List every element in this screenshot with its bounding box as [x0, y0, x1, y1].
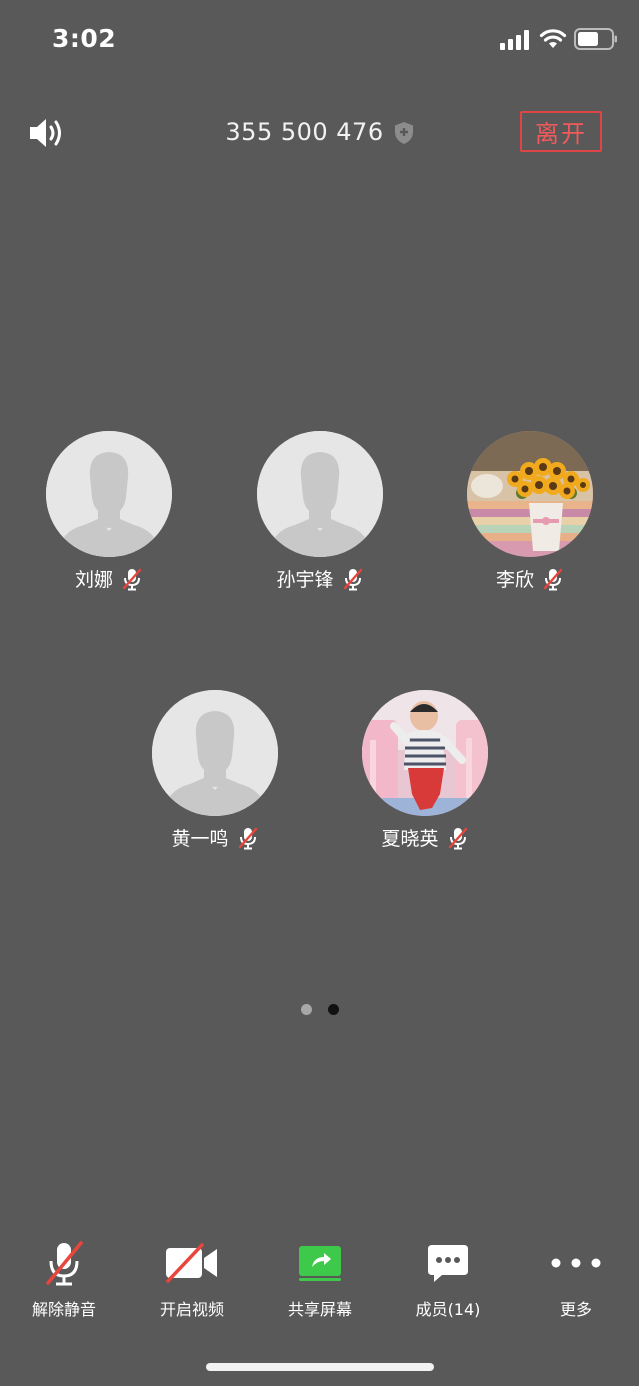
participant-name: 夏晓英	[381, 828, 439, 850]
leave-meeting-button[interactable]: 离开	[520, 111, 602, 152]
mic-muted-icon	[342, 567, 364, 591]
wifi-icon	[539, 29, 567, 48]
home-indicator[interactable]	[206, 1363, 434, 1371]
participant-name-row: 夏晓英	[355, 824, 495, 851]
participant-name: 刘娜	[74, 569, 113, 591]
security-shield-icon[interactable]	[394, 121, 414, 145]
default-avatar-icon	[46, 431, 172, 557]
page-indicator-dot-active[interactable]	[328, 1004, 339, 1015]
mic-muted-icon	[447, 826, 469, 850]
meeting-id[interactable]: 355 500 476	[225, 118, 383, 146]
start-video-label: 开启视频	[159, 1300, 224, 1319]
participant-name-row: 孙宇锋	[250, 565, 390, 592]
default-avatar-icon	[152, 690, 278, 816]
mic-muted-icon	[237, 826, 259, 850]
share-screen-button[interactable]: 共享屏幕	[256, 1238, 384, 1328]
chat-bubble-icon	[428, 1245, 468, 1282]
battery-icon	[574, 28, 617, 50]
page-indicator-dot[interactable]	[301, 1004, 312, 1015]
sunflower-photo-avatar	[467, 431, 593, 557]
mic-muted-icon	[121, 567, 143, 591]
members-label: 成员(14)	[415, 1300, 481, 1319]
share-screen-icon	[299, 1246, 341, 1281]
participant-name-row: 黄一鸣	[145, 824, 285, 851]
members-button[interactable]: 成员(14)	[384, 1238, 512, 1328]
unmute-button[interactable]: 解除静音	[0, 1238, 128, 1328]
more-label: 更多	[559, 1300, 592, 1319]
participant-name: 孙宇锋	[276, 569, 334, 591]
cellular-signal-icon	[500, 30, 529, 50]
baby-photo-avatar	[362, 690, 488, 816]
video-off-icon	[166, 1243, 217, 1283]
share-screen-label: 共享屏幕	[287, 1300, 352, 1319]
more-button[interactable]: 更多	[512, 1238, 639, 1328]
mic-muted-icon	[542, 567, 564, 591]
status-time: 3:02	[52, 24, 117, 53]
start-video-button[interactable]: 开启视频	[128, 1238, 256, 1328]
unmute-label: 解除静音	[31, 1300, 96, 1319]
more-dots-icon	[551, 1258, 601, 1268]
participant-name: 李欣	[495, 569, 534, 591]
participant-name-row: 李欣	[460, 565, 600, 592]
mic-muted-icon	[46, 1241, 83, 1286]
default-avatar-icon	[257, 431, 383, 557]
participant-name-row: 刘娜	[39, 565, 179, 592]
participant-name: 黄一鸣	[171, 828, 229, 850]
